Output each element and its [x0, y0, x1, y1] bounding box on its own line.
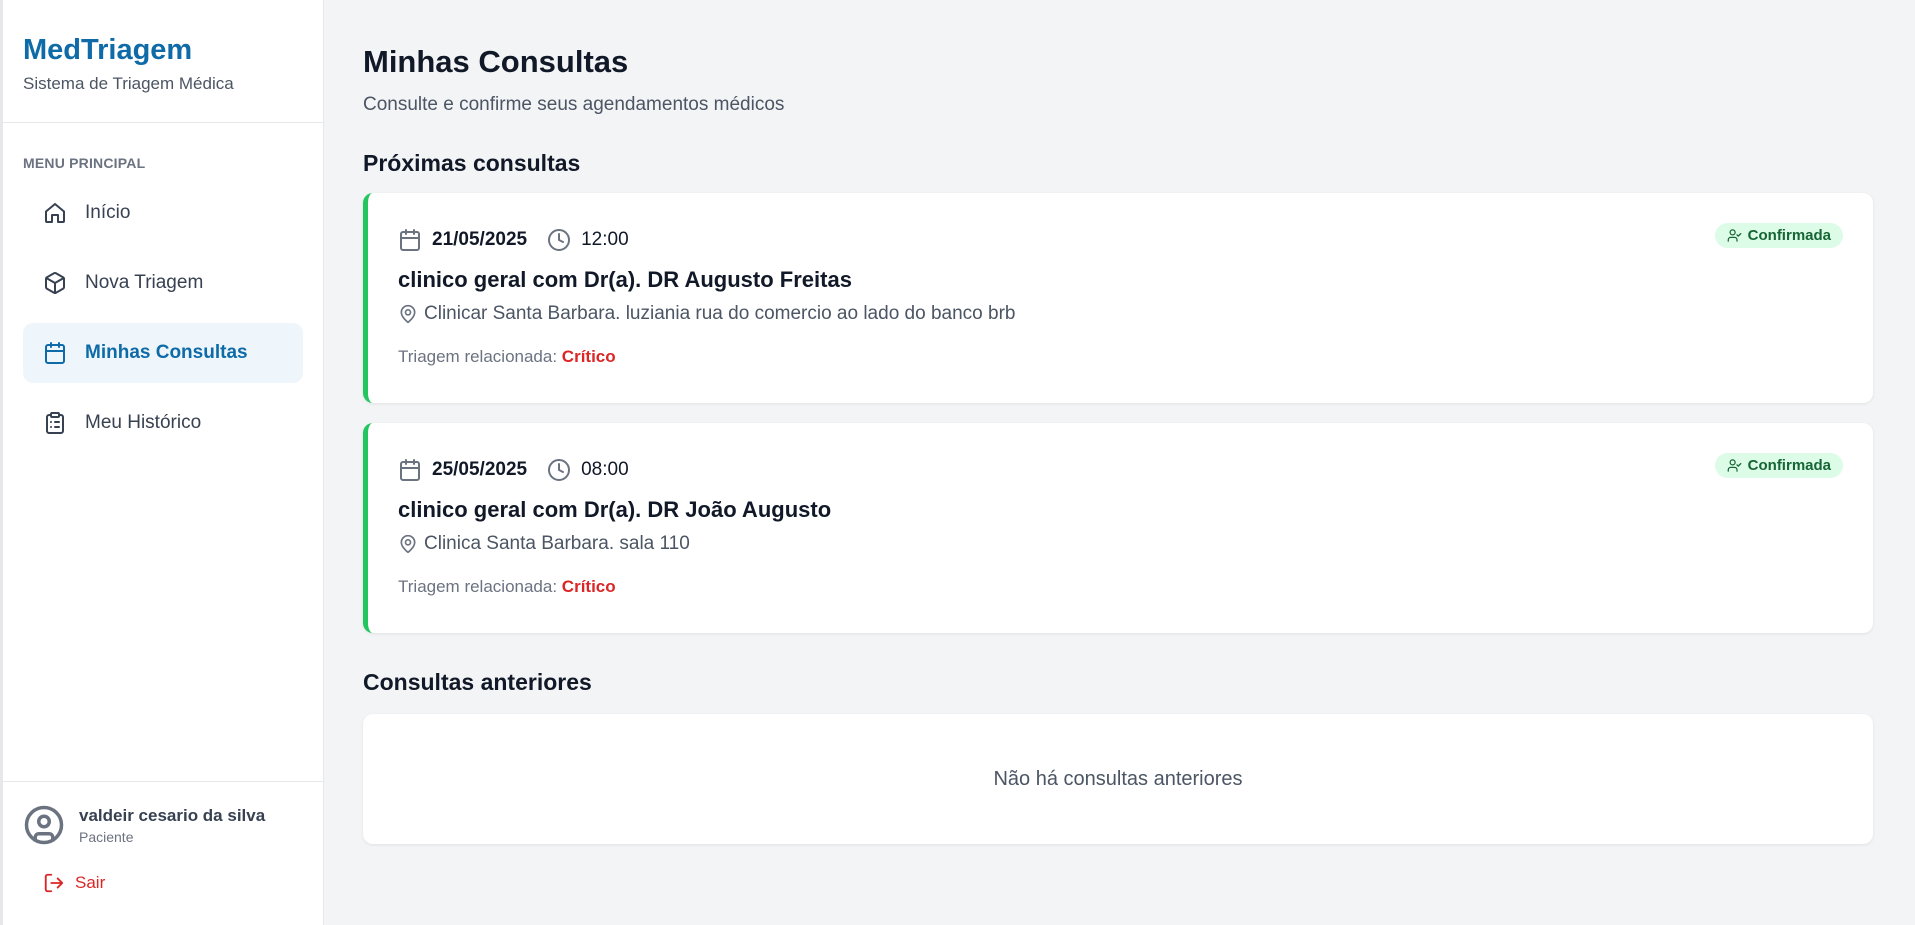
related-triage-label: Triagem relacionada: — [398, 347, 558, 366]
clock-icon — [548, 459, 571, 481]
user-info: valdeir cesario da silva Paciente — [23, 804, 303, 846]
status-badge: Confirmada — [1714, 453, 1843, 478]
appointment-card[interactable]: 21/05/2025 12:00 clinico geral com Dr(a)… — [363, 193, 1873, 403]
status-badge: Confirmada — [1714, 223, 1843, 248]
triage-level: Crítico — [561, 577, 616, 596]
status-badge-label: Confirmada — [1747, 457, 1831, 474]
sidebar-item-label: Minhas Consultas — [85, 342, 248, 363]
brand: MedTriagem Sistema de Triagem Médica — [3, 0, 323, 123]
appointment-title: clinico geral com Dr(a). DR Augusto Frei… — [398, 267, 852, 292]
appointment-datetime: 25/05/2025 08:00 — [398, 455, 1843, 485]
sidebar-item-meu-historico[interactable]: Meu Histórico — [23, 393, 303, 453]
sidebar: MedTriagem Sistema de Triagem Médica MEN… — [0, 0, 324, 925]
appointment-location-text: Clinicar Santa Barbara. luziania rua do … — [424, 303, 1016, 324]
appointment-date: 25/05/2025 — [432, 459, 528, 480]
user-panel: valdeir cesario da silva Paciente Sair — [3, 781, 323, 925]
past-section-title: Consultas anteriores — [363, 669, 592, 695]
appointment-datetime: 21/05/2025 12:00 — [398, 225, 1843, 255]
related-triage: Triagem relacionada: Crítico — [398, 577, 1843, 597]
upcoming-appointments-list: 21/05/2025 12:00 clinico geral com Dr(a)… — [363, 193, 1873, 633]
upcoming-section-title: Próximas consultas — [363, 150, 581, 176]
map-pin-icon — [400, 304, 416, 324]
user-role: Paciente — [79, 828, 134, 845]
user-check-icon — [1727, 229, 1742, 242]
logout-label: Sair — [75, 873, 106, 892]
logout-icon — [44, 873, 64, 893]
page-subtitle: Consulte e confirme seus agendamentos mé… — [363, 94, 785, 115]
appointment-title: clinico geral com Dr(a). DR João Augusto — [398, 497, 832, 522]
appointment-location: Clinica Santa Barbara. sala 110 — [398, 533, 1843, 555]
sidebar-item-label: Início — [85, 202, 131, 223]
calendar-icon — [45, 342, 65, 364]
appointment-time: 08:00 — [581, 459, 629, 480]
app-subtitle: Sistema de Triagem Médica — [23, 74, 234, 93]
appointment-card[interactable]: 25/05/2025 08:00 clinico geral com Dr(a)… — [363, 423, 1873, 633]
menu-title: MENU PRINCIPAL — [23, 155, 146, 171]
sidebar-item-inicio[interactable]: Início — [23, 183, 303, 243]
sidebar-item-label: Nova Triagem — [85, 272, 204, 293]
appointment-time: 12:00 — [581, 229, 629, 250]
sidebar-item-minhas-consultas[interactable]: Minhas Consultas — [23, 323, 303, 383]
related-triage: Triagem relacionada: Crítico — [398, 347, 1843, 367]
user-check-icon — [1727, 459, 1742, 472]
sidebar-item-label: Meu Histórico — [85, 412, 202, 433]
box-icon — [45, 272, 65, 294]
user-name: valdeir cesario da silva — [79, 805, 266, 825]
user-avatar-icon — [24, 805, 64, 845]
appointment-location-text: Clinica Santa Barbara. sala 110 — [424, 533, 690, 554]
sidebar-item-nova-triagem[interactable]: Nova Triagem — [23, 253, 303, 313]
triage-level: Crítico — [561, 347, 616, 366]
appointment-date: 21/05/2025 — [432, 229, 528, 250]
calendar-icon — [400, 229, 420, 251]
clipboard-icon — [46, 412, 64, 434]
map-pin-icon — [400, 534, 416, 554]
appointment-location: Clinicar Santa Barbara. luziania rua do … — [398, 303, 1843, 325]
main-menu: MENU PRINCIPAL Início Nova Triagem Minha… — [3, 123, 323, 781]
empty-state-message: Não há consultas anteriores — [993, 767, 1243, 790]
home-icon — [45, 203, 65, 223]
logout-button[interactable]: Sair — [43, 872, 303, 894]
status-badge-label: Confirmada — [1747, 227, 1831, 244]
app-logo-text[interactable]: MedTriagem — [23, 32, 303, 68]
page-title: Minhas Consultas — [363, 44, 629, 79]
related-triage-label: Triagem relacionada: — [398, 577, 558, 596]
clock-icon — [548, 229, 571, 251]
past-appointments-empty-state: Não há consultas anteriores — [363, 714, 1873, 844]
main-content: Minhas Consultas Consulte e confirme seu… — [363, 0, 1873, 844]
calendar-icon — [400, 459, 420, 481]
